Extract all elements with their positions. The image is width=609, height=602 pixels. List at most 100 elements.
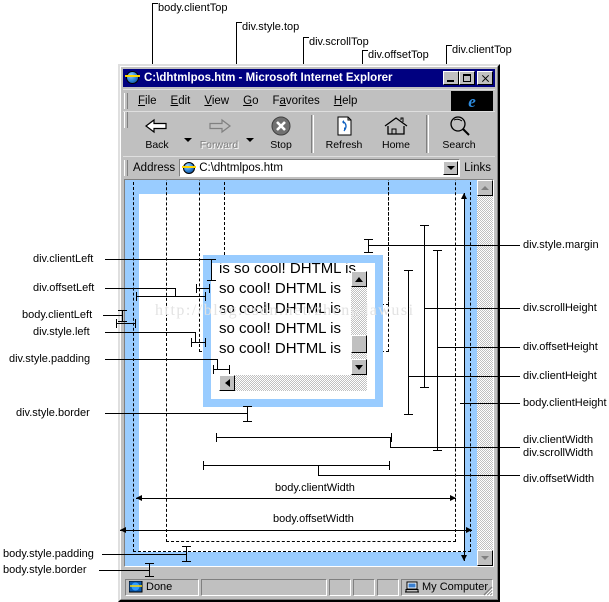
div-scroll-left-button[interactable] xyxy=(219,375,235,391)
toolbar-grip[interactable] xyxy=(124,112,128,128)
leader-div-offsetHeight xyxy=(437,347,520,348)
stop-button[interactable]: Stop xyxy=(255,112,307,156)
menu-grip[interactable] xyxy=(124,92,128,109)
status-text: Done xyxy=(146,581,173,593)
label-div-offsetTop: div.offsetTop xyxy=(368,49,429,61)
back-button-label: Back xyxy=(145,139,169,151)
leader-div-offsetLeft xyxy=(105,288,175,289)
ie-document-icon xyxy=(125,71,141,85)
label-div-offsetWidth: div.offsetWidth xyxy=(523,473,595,485)
home-button-label: Home xyxy=(381,139,410,151)
refresh-button-label: Refresh xyxy=(325,139,363,151)
status-zone-panel[interactable]: My Computer xyxy=(401,578,493,596)
address-grip[interactable] xyxy=(124,159,128,176)
toolbar-separator-2 xyxy=(426,115,429,153)
menu-item-go[interactable]: Go xyxy=(236,94,265,108)
label-div-clientHeight: div.clientHeight xyxy=(523,370,597,382)
measure-body-style-padding xyxy=(182,546,191,562)
address-value: C:\dhtmlpos.htm xyxy=(199,161,283,174)
measure-body-clientHeight xyxy=(460,193,469,561)
forward-dropdown-button[interactable] xyxy=(245,112,255,156)
measure-body-clientWidth xyxy=(136,494,456,503)
search-icon xyxy=(444,115,474,138)
forward-button-label: Forward xyxy=(199,139,239,151)
label-div-scrollHeight: div.scrollHeight xyxy=(523,302,597,314)
menu-item-view[interactable]: View xyxy=(197,94,236,108)
diagram-root: body.clientTop div.style.top div.scrollT… xyxy=(0,0,609,602)
measure-div-style-padding xyxy=(213,365,230,374)
label-div-clientWidth: div.clientWidth xyxy=(523,434,594,446)
minimize-button[interactable] xyxy=(443,71,459,85)
label-body-offsetWidth: body.offsetWidth xyxy=(273,513,354,525)
address-input[interactable]: C:\dhtmlpos.htm xyxy=(179,158,461,177)
leader-body-style-padding xyxy=(102,554,186,555)
toolbar-separator-1 xyxy=(311,115,314,153)
status-panel-a xyxy=(329,578,351,596)
menu-item-file-rest: ile xyxy=(145,94,157,107)
label-div-offsetHeight: div.offsetHeight xyxy=(523,341,598,353)
page-vertical-scrollbar[interactable] xyxy=(477,180,493,566)
status-bar: Done My Computer xyxy=(123,577,495,597)
label-body-clientHeight: body.clientHeight xyxy=(523,397,607,409)
label-body-style-border: body.style.border xyxy=(3,564,87,576)
leader-div-scrollWidth xyxy=(390,447,520,448)
label-div-offsetLeft: div.offsetLeft xyxy=(33,282,95,294)
measure-div-offsetHeight xyxy=(433,250,442,451)
label-div-scrollWidth: div.scrollWidth xyxy=(523,447,594,459)
back-dropdown-button[interactable] xyxy=(183,112,193,156)
forward-button[interactable]: Forward xyxy=(193,112,245,156)
window-title: C:\dhtmlpos.htm - Microsoft Internet Exp… xyxy=(144,72,393,84)
measure-div-offsetWidth xyxy=(203,461,390,470)
close-button[interactable] xyxy=(477,71,493,85)
measure-div-clientLeft xyxy=(207,259,216,281)
menu-bar: File Edit View Go Favorites Help e xyxy=(123,89,495,111)
forward-arrow-icon xyxy=(204,115,234,138)
menu-item-edit[interactable]: Edit xyxy=(164,94,198,108)
menu-item-favorites-rest: vorites xyxy=(285,94,320,107)
measure-div-style-border xyxy=(243,406,252,422)
back-arrow-icon xyxy=(142,115,172,138)
measure-div-scrollHeight xyxy=(420,225,429,388)
home-icon xyxy=(381,115,411,138)
back-button[interactable]: Back xyxy=(131,112,183,156)
menu-item-file[interactable]: File xyxy=(131,94,164,108)
status-panel-b xyxy=(353,578,375,596)
scroll-up-button[interactable] xyxy=(477,180,493,196)
search-button[interactable]: Search xyxy=(433,112,485,156)
measure-div-style-left xyxy=(191,338,206,347)
address-dropdown-button[interactable] xyxy=(443,160,459,175)
scroll-down-button[interactable] xyxy=(477,550,493,566)
measure-body-style-border xyxy=(145,563,154,577)
label-div-style-top: div.style.top xyxy=(242,21,300,33)
refresh-button[interactable]: Refresh xyxy=(318,112,370,156)
home-button[interactable]: Home xyxy=(370,112,422,156)
menu-item-view-rest: iew xyxy=(211,94,230,107)
measure-div-clientHeight xyxy=(404,270,413,415)
menu-item-edit-rest: dit xyxy=(178,94,191,107)
label-body-clientWidth: body.clientWidth xyxy=(275,482,355,494)
refresh-icon xyxy=(329,115,359,138)
div-scroll-thumb[interactable] xyxy=(351,335,367,353)
resize-grip[interactable] xyxy=(481,583,494,597)
leader-div-style-left xyxy=(105,332,195,333)
menu-item-help[interactable]: Help xyxy=(327,94,365,108)
label-div-style-padding: div.style.padding xyxy=(9,353,91,365)
div-horizontal-scrollbar[interactable] xyxy=(219,375,367,391)
leader-div-style-margin xyxy=(478,245,520,246)
status-panel-c xyxy=(377,578,399,596)
maximize-button[interactable] xyxy=(459,71,475,85)
div-content-text: is so cool! DHTML is so cool! DHTML is s… xyxy=(219,260,356,357)
div-scroll-up-button[interactable] xyxy=(351,271,367,287)
menu-item-favorites[interactable]: Favorites xyxy=(265,94,326,108)
div-vertical-scrollbar[interactable] xyxy=(351,271,367,391)
div-scroll-down-button[interactable] xyxy=(351,359,367,375)
measure-div-style-margin xyxy=(364,239,373,253)
label-div-style-margin: div.style.margin xyxy=(523,239,599,251)
menu-item-help-rest: elp xyxy=(342,94,358,107)
stop-button-label: Stop xyxy=(270,139,292,151)
search-button-label: Search xyxy=(442,139,476,151)
ie-logo-icon: e xyxy=(451,91,493,111)
address-bar: Address C:\dhtmlpos.htm Links xyxy=(123,156,495,178)
label-div-style-border: div.style.border xyxy=(16,407,90,419)
title-bar[interactable]: C:\dhtmlpos.htm - Microsoft Internet Exp… xyxy=(123,69,495,87)
